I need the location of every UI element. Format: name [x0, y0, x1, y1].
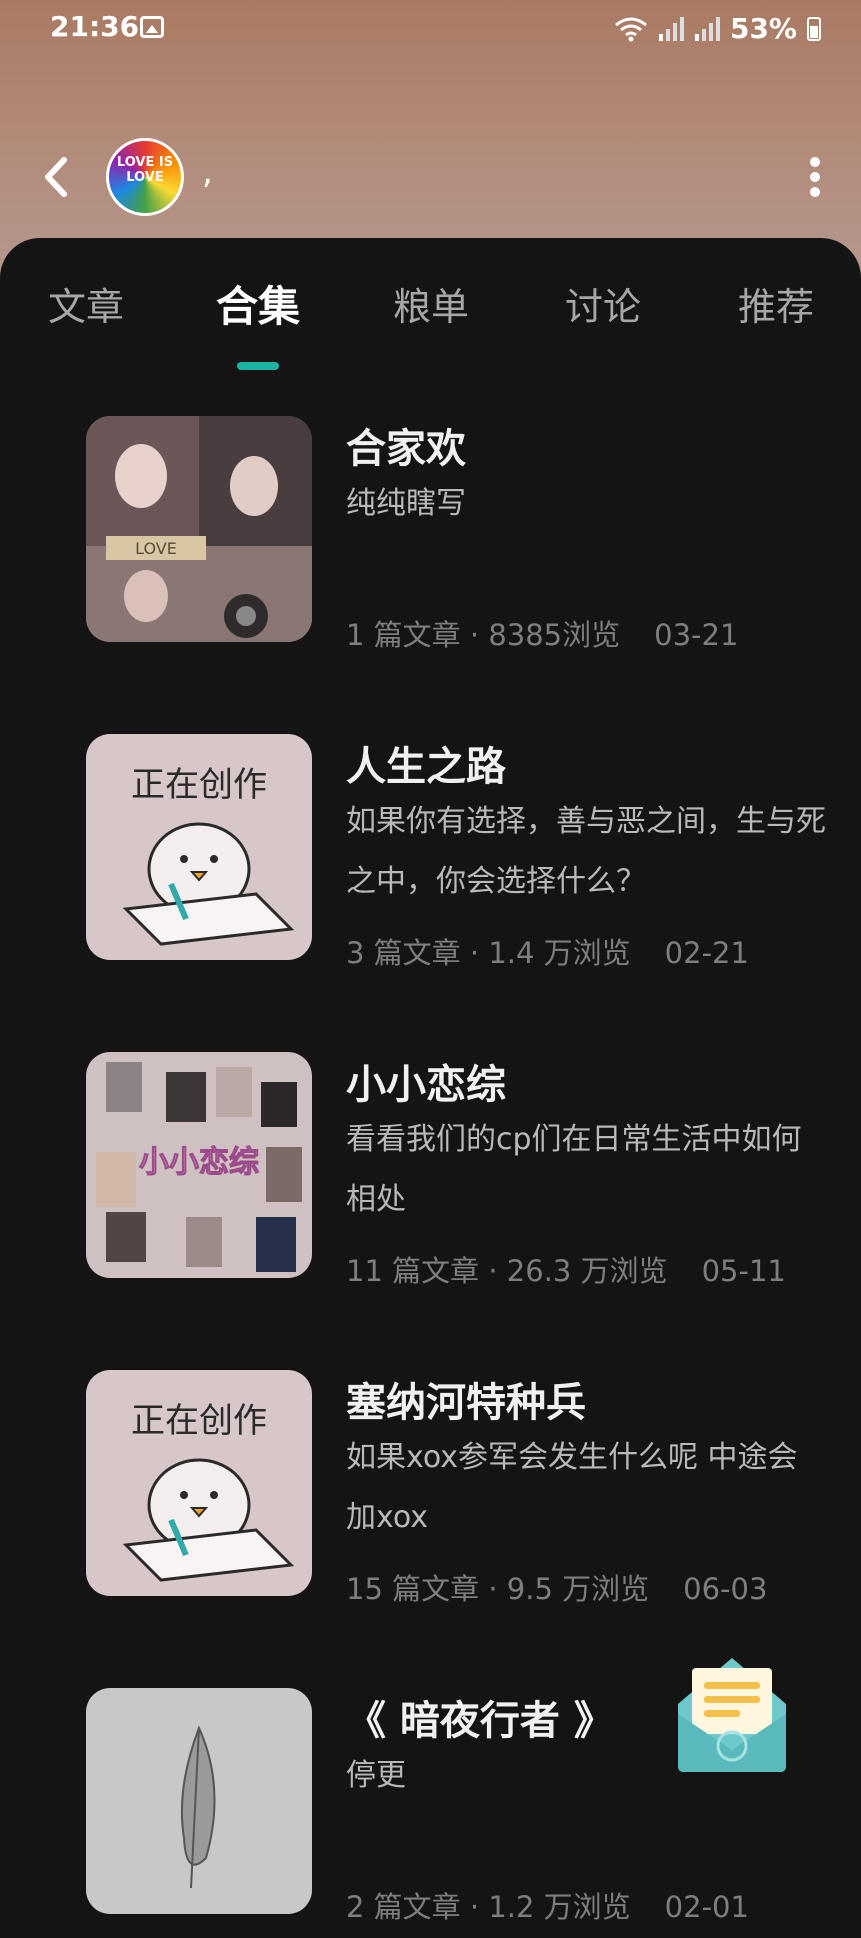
status-icons: 53%	[614, 12, 821, 45]
collection-cover: 正在创作	[86, 734, 312, 960]
list-item[interactable]: 正在创作 人生之路 如果你有选择，善与恶之间，生与死之中，你会选择什么？ 3 篇…	[0, 734, 861, 970]
updated-date: 02-21	[664, 936, 749, 970]
updated-date: 06-03	[683, 1572, 768, 1606]
collection-title: 小小恋综	[346, 1062, 506, 1108]
collection-description: 看看我们的cp们在日常生活中如何相处	[346, 1122, 802, 1217]
collection-cover: 小小恋综	[86, 1052, 312, 1278]
article-count: 11 篇文章	[346, 1254, 480, 1288]
collection-cover: 正在创作	[86, 1370, 312, 1596]
updated-date: 02-01	[664, 1890, 749, 1924]
signal-icon	[658, 16, 684, 41]
tab-food-list[interactable]: 粮单	[361, 276, 501, 331]
updated-date: 03-21	[654, 618, 739, 652]
wifi-icon	[615, 17, 647, 41]
article-count: 15 篇文章	[346, 1572, 480, 1606]
view-count: 8385浏览	[488, 618, 621, 652]
username: ,	[202, 152, 213, 192]
tab-articles[interactable]: 文章	[16, 276, 156, 331]
view-count: 9.5 万浏览	[506, 1572, 650, 1606]
collection-title: 人生之路	[346, 744, 506, 790]
mail-icon[interactable]	[674, 1654, 790, 1774]
tab-collections[interactable]: 合集	[188, 273, 328, 334]
collection-cover: LOVE	[86, 416, 312, 642]
collection-description: 如果xox参军会发生什么呢 中途会加xox	[346, 1440, 798, 1535]
gallery-notification-icon	[140, 16, 164, 38]
tab-bar: 文章 合集 粮单 讨论 推荐	[0, 276, 861, 336]
article-count: 2 篇文章	[346, 1890, 461, 1924]
collection-description: 纯纯瞎写	[346, 486, 466, 521]
love-sticker-text: LOVE	[135, 539, 177, 558]
view-count: 26.3 万浏览	[506, 1254, 668, 1288]
tab-discussion[interactable]: 讨论	[533, 276, 673, 331]
status-bar: 21:36 53%	[0, 0, 861, 56]
collection-meta: 3 篇文章 · 1.4 万浏览 02-21	[346, 936, 749, 970]
list-item[interactable]: 正在创作 塞纳河特种兵 如果xox参军会发生什么呢 中途会加xox 15 篇文章…	[0, 1370, 861, 1606]
battery-icon	[807, 16, 821, 41]
collection-meta: 11 篇文章 · 26.3 万浏览 05-11	[346, 1254, 786, 1288]
avatar[interactable]: LOVE IS LOVE	[106, 138, 184, 216]
collection-description: 如果你有选择，善与恶之间，生与死之中，你会选择什么？	[346, 804, 826, 899]
list-item[interactable]: LOVE 合家欢 纯纯瞎写 1 篇文章 · 8385浏览 03-21	[0, 416, 861, 652]
more-options-icon[interactable]	[805, 152, 825, 202]
avatar-label: LOVE IS LOVE	[116, 155, 174, 185]
view-count: 1.2 万浏览	[488, 1890, 631, 1924]
variety-sticker-text: 小小恋综	[139, 1145, 259, 1180]
signal-icon-2	[694, 16, 720, 41]
collection-meta: 15 篇文章 · 9.5 万浏览 06-03	[346, 1572, 768, 1606]
article-count: 1 篇文章	[346, 618, 461, 652]
writing-text: 正在创作	[131, 765, 267, 805]
writing-text: 正在创作	[131, 1401, 267, 1441]
article-count: 3 篇文章	[346, 936, 461, 970]
back-arrow-icon[interactable]	[36, 152, 76, 202]
collection-title: 塞纳河特种兵	[346, 1380, 586, 1426]
view-count: 1.4 万浏览	[488, 936, 631, 970]
battery-percent: 53%	[729, 12, 797, 45]
tab-recommend[interactable]: 推荐	[706, 276, 846, 331]
collection-title: 《 暗夜行者 》	[346, 1698, 614, 1744]
collection-cover	[86, 1688, 312, 1914]
profile-header: LOVE IS LOVE ,	[0, 130, 861, 230]
collection-title: 合家欢	[346, 426, 466, 472]
active-tab-indicator	[237, 362, 279, 370]
collection-meta: 1 篇文章 · 8385浏览 03-21	[346, 618, 739, 652]
list-item[interactable]: 小小恋综 小小恋综 看看我们的cp们在日常生活中如何相处 11 篇文章 · 26…	[0, 1052, 861, 1288]
updated-date: 05-11	[701, 1254, 786, 1288]
status-time: 21:36	[50, 10, 140, 43]
